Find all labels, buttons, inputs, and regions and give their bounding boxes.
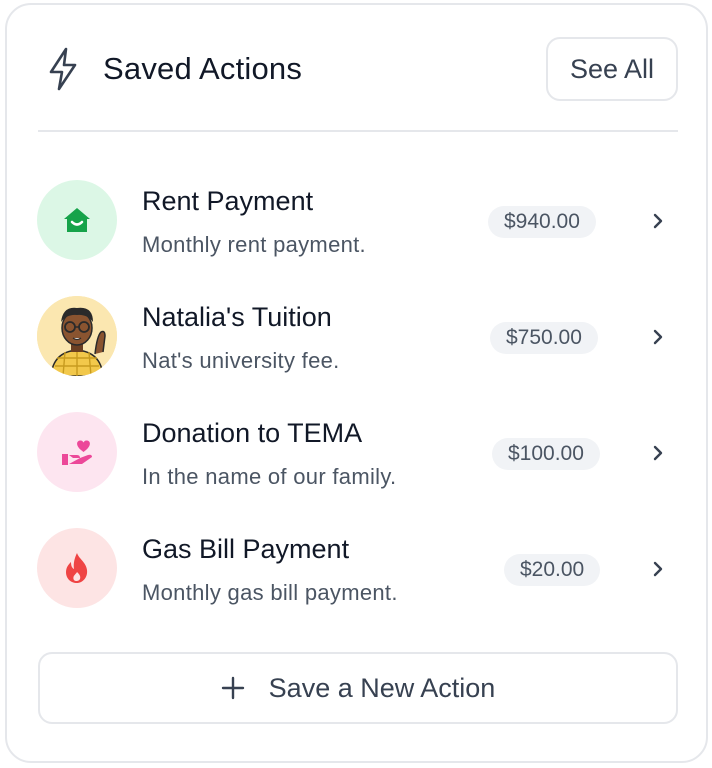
action-row-natalias-tuition[interactable]: Natalia's Tuition Nat's university fee. … — [7, 248, 706, 376]
save-new-action-label: Save a New Action — [268, 672, 496, 703]
action-amount: $20.00 — [504, 554, 601, 586]
heart-hand-icon — [62, 440, 92, 465]
card-header: Saved Actions See All — [7, 5, 706, 131]
chevron-right-icon[interactable] — [651, 326, 665, 348]
action-amount: $100.00 — [492, 438, 600, 470]
action-name: Rent Payment — [142, 186, 314, 216]
flame-icon — [66, 553, 88, 583]
action-amount: $750.00 — [490, 322, 598, 354]
card-title: Saved Actions — [103, 51, 303, 86]
action-row-gas-bill-payment[interactable]: Gas Bill Payment Monthly gas bill paymen… — [7, 480, 706, 608]
action-name: Gas Bill Payment — [142, 534, 350, 564]
action-amount: $940.00 — [488, 206, 596, 238]
save-new-action-button[interactable]: Save a New Action — [38, 652, 678, 724]
action-name: Donation to TEMA — [142, 418, 363, 448]
saved-actions-list: Rent Payment Monthly rent payment. $940.… — [7, 132, 706, 608]
action-row-donation-to-tema[interactable]: Donation to TEMA In the name of our fami… — [7, 364, 706, 492]
lightning-bolt-icon — [49, 47, 77, 91]
action-name: Natalia's Tuition — [142, 302, 332, 332]
action-description: Monthly gas bill payment. — [142, 580, 398, 605]
flame-icon-avatar — [37, 528, 117, 608]
chevron-right-icon[interactable] — [651, 210, 665, 232]
saved-actions-card: Saved Actions See All Rent Payment Month… — [5, 3, 708, 763]
home-icon — [64, 208, 90, 232]
chevron-right-icon[interactable] — [651, 442, 665, 464]
see-all-button[interactable]: See All — [546, 37, 678, 101]
action-row-rent-payment[interactable]: Rent Payment Monthly rent payment. $940.… — [7, 132, 706, 260]
chevron-right-icon[interactable] — [651, 558, 665, 580]
plus-icon — [221, 676, 244, 700]
